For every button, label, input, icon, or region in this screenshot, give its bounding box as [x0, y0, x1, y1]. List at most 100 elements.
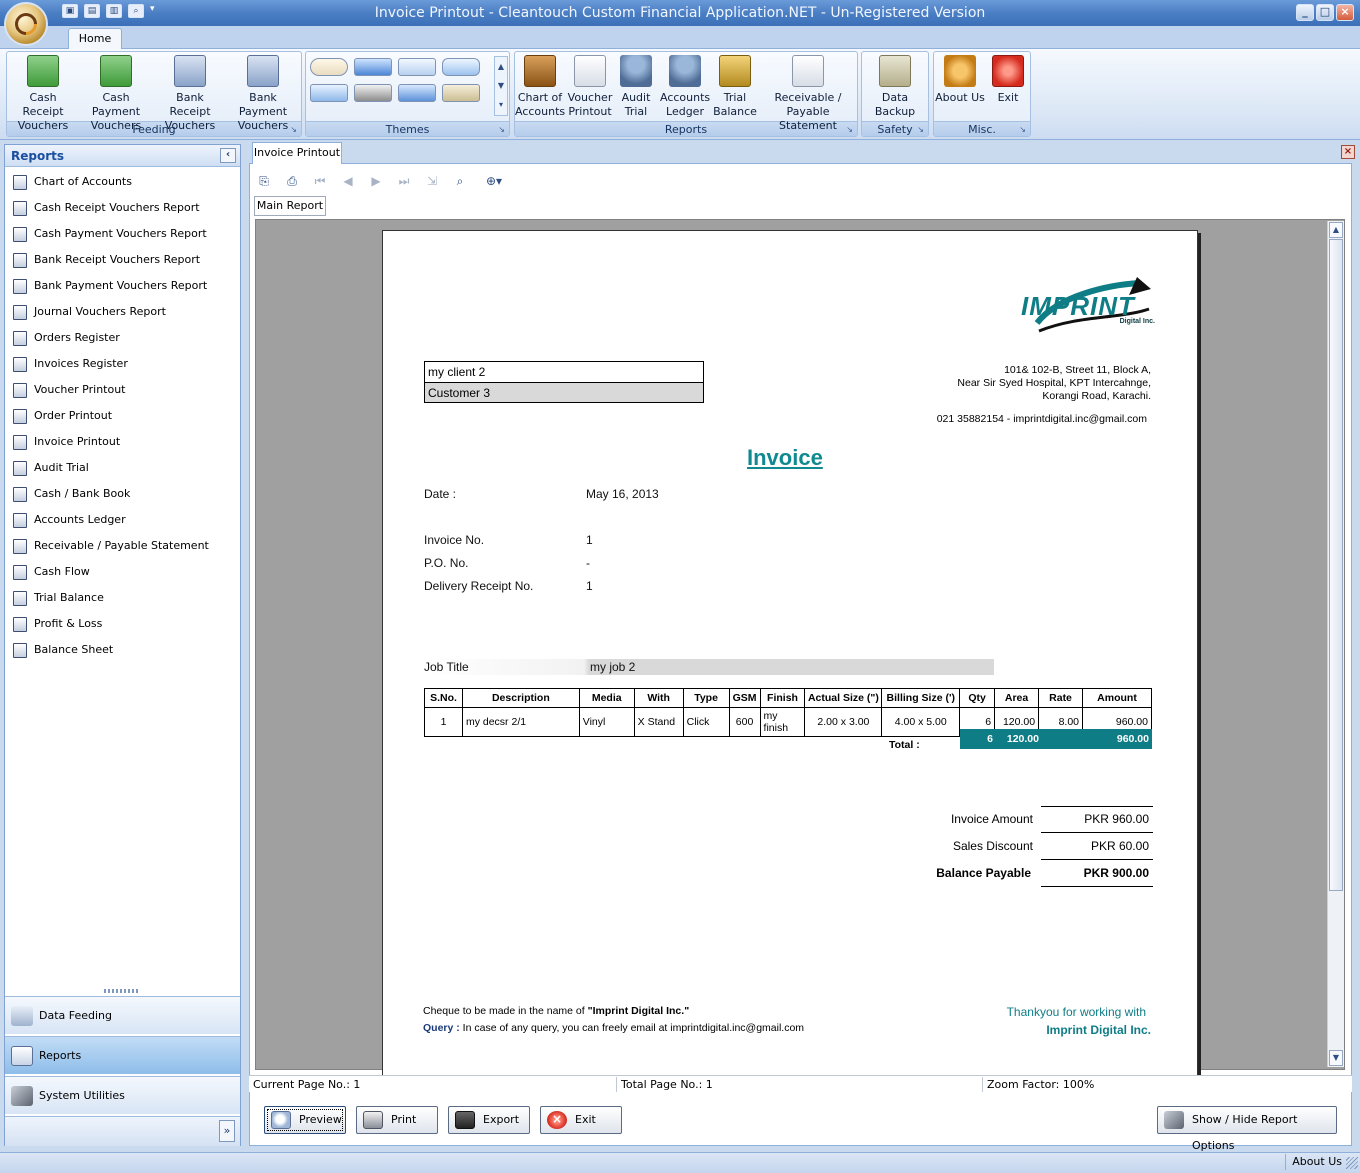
report-list-item[interactable]: Profit & Loss [5, 611, 240, 637]
find-icon[interactable]: ⌕ [452, 173, 468, 189]
report-list-item[interactable]: Balance Sheet [5, 637, 240, 663]
column-header: Finish [759, 688, 806, 708]
report-list-item[interactable]: Voucher Printout [5, 377, 240, 403]
resize-grip[interactable] [1346, 1157, 1358, 1169]
print-report-icon[interactable]: ⎙ [284, 173, 300, 189]
bank-receipt-vouchers-button[interactable]: Bank Receipt Vouchers [156, 55, 224, 132]
exit-report-button[interactable]: × Exit [540, 1106, 622, 1134]
qat-icon-1[interactable]: ▣ [62, 4, 78, 18]
report-list-item[interactable]: Cash / Bank Book [5, 481, 240, 507]
delivery-value: 1 [586, 579, 593, 593]
last-page-icon[interactable]: ⏭ [396, 173, 412, 189]
export-button[interactable]: Export [448, 1106, 530, 1134]
report-list-item[interactable]: Cash Flow [5, 559, 240, 585]
scroll-down-icon[interactable]: ▼ [1329, 1050, 1343, 1066]
zoom-status: Zoom Factor: 100% [987, 1078, 1095, 1091]
report-list-item[interactable]: Audit Trial [5, 455, 240, 481]
print-button[interactable]: Print [356, 1106, 438, 1134]
report-list-item[interactable]: Chart of Accounts [5, 169, 240, 195]
cash-receipt-vouchers-button[interactable]: Cash Receipt Vouchers [8, 55, 78, 132]
close-icon: × [547, 1111, 567, 1129]
next-page-icon[interactable]: ▶ [368, 173, 384, 189]
nav-data-feeding[interactable]: Data Feeding [5, 996, 240, 1034]
scroll-up-icon[interactable]: ▲ [1329, 222, 1343, 238]
data-backup-button[interactable]: Data Backup [862, 55, 928, 123]
goto-page-icon[interactable]: ⇲ [424, 173, 440, 189]
audit-trial-button[interactable]: Audit Trial [615, 55, 657, 123]
theme-gallery-scroll[interactable]: ▲ ▼ ▾ [494, 56, 508, 116]
report-list-item[interactable]: Orders Register [5, 325, 240, 351]
about-us-button[interactable]: About Us [934, 55, 986, 123]
theme-swatch-7[interactable] [398, 84, 436, 102]
report-list-item[interactable]: Accounts Ledger [5, 507, 240, 533]
report-list-item-label: Invoice Printout [34, 435, 121, 448]
theme-swatch-1[interactable] [310, 58, 348, 76]
qat-icon-4[interactable]: ⌕ [128, 4, 144, 18]
accounts-ledger-button[interactable]: Accounts Ledger [660, 55, 710, 123]
company-logo: IMPRINT Digital Inc. [1019, 275, 1157, 335]
report-list-item[interactable]: Cash Receipt Vouchers Report [5, 195, 240, 221]
export-report-icon[interactable]: ⎘ [256, 173, 272, 189]
column-header: Description [461, 688, 580, 708]
collapse-pane-button[interactable]: ‹ [220, 148, 236, 163]
report-list-item[interactable]: Trial Balance [5, 585, 240, 611]
trial-balance-button[interactable]: Trial Balance [712, 55, 758, 123]
minimize-button[interactable]: _ [1296, 4, 1314, 21]
about-us-icon [944, 55, 976, 87]
theme-swatch-2[interactable] [354, 58, 392, 76]
theme-swatch-6[interactable] [354, 84, 392, 102]
report-list-item-label: Accounts Ledger [34, 513, 126, 526]
tab-main-report[interactable]: Main Report [254, 196, 326, 216]
receivable-payable-statement-button[interactable]: Receivable / Payable Statement [760, 55, 856, 132]
report-vertical-scrollbar[interactable]: ▲ ▼ [1327, 221, 1344, 1067]
report-list-item[interactable]: Invoices Register [5, 351, 240, 377]
report-list-item[interactable]: Receivable / Payable Statement [5, 533, 240, 559]
report-list-item[interactable]: Bank Receipt Vouchers Report [5, 247, 240, 273]
qat-icon-3[interactable]: ▥ [106, 4, 122, 18]
zoom-icon[interactable]: ⊕▾ [480, 173, 508, 189]
preview-button[interactable]: Preview [264, 1106, 346, 1134]
group-launcher-icon[interactable]: ↘ [498, 125, 505, 134]
report-list-item[interactable]: Invoice Printout [5, 429, 240, 455]
table-header-row: S.No. Description Media With Type GSM Finish Ac… [424, 688, 1152, 708]
total-amount: 960.00 [1116, 733, 1149, 745]
tab-home[interactable]: Home [68, 28, 122, 49]
report-list-item[interactable]: Order Printout [5, 403, 240, 429]
report-list-item[interactable]: Bank Payment Vouchers Report [5, 273, 240, 299]
theme-swatch-3[interactable] [398, 58, 436, 76]
show-hide-report-options-button[interactable]: Show / Hide Report Options [1157, 1106, 1337, 1152]
bank-receipt-icon [174, 55, 206, 87]
voucher-printout-button[interactable]: Voucher Printout [566, 55, 614, 123]
cash-payment-vouchers-button[interactable]: Cash Payment Vouchers [78, 55, 154, 132]
nav-more-button[interactable]: » [219, 1120, 235, 1142]
group-launcher-icon[interactable]: ↘ [1019, 125, 1026, 134]
status-about-us[interactable]: About Us [1285, 1154, 1342, 1170]
scroll-thumb[interactable] [1329, 239, 1343, 891]
column-header: S.No. [424, 688, 463, 708]
btn-label: Printout [568, 105, 612, 118]
theme-swatch-5[interactable] [310, 84, 348, 102]
report-viewer-toolbar: ⎘ ⎙ ⏮ ◀ ▶ ⏭ ⇲ ⌕ ⊕▾ [252, 170, 1350, 192]
tab-invoice-printout[interactable]: Invoice Printout [252, 142, 342, 164]
group-launcher-icon[interactable]: ↘ [917, 125, 924, 134]
chart-of-accounts-button[interactable]: Chart of Accounts [515, 55, 565, 123]
maximize-button[interactable]: □ [1316, 4, 1334, 21]
first-page-icon[interactable]: ⏮ [312, 173, 328, 189]
report-list-item[interactable]: Cash Payment Vouchers Report [5, 221, 240, 247]
previous-page-icon[interactable]: ◀ [340, 173, 356, 189]
exit-button[interactable]: Exit [988, 55, 1028, 123]
close-document-button[interactable]: × [1341, 145, 1355, 159]
close-window-button[interactable]: × [1336, 4, 1354, 21]
bank-payment-vouchers-button[interactable]: Bank Payment Vouchers [226, 55, 300, 132]
qat-icon-2[interactable]: ▤ [84, 4, 100, 18]
nav-system-utilities[interactable]: System Utilities [5, 1076, 240, 1114]
qat-dropdown-icon[interactable]: ▾ [150, 4, 160, 20]
btn-label: Ledger [666, 105, 704, 118]
theme-swatch-8[interactable] [442, 84, 480, 102]
nav-reports[interactable]: Reports [5, 1036, 240, 1074]
theme-swatch-4[interactable] [442, 58, 480, 76]
report-list-item[interactable]: Journal Vouchers Report [5, 299, 240, 325]
pane-splitter-grip[interactable] [104, 989, 140, 993]
invoice-title: Invoice [747, 445, 823, 470]
app-orb-button[interactable] [4, 2, 48, 46]
